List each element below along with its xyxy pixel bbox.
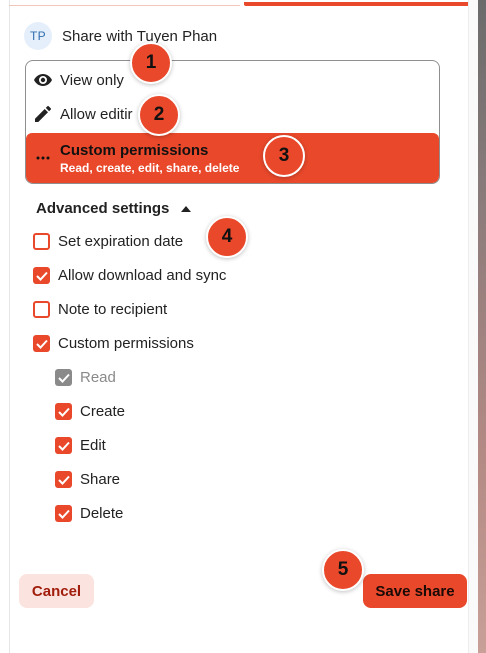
scrollbar-track[interactable]: [468, 0, 478, 653]
tab-underline: [9, 5, 240, 6]
checkbox-checked-icon[interactable]: [33, 335, 50, 352]
option-label: Custom permissions: [58, 335, 194, 352]
save-share-button[interactable]: Save share: [363, 574, 467, 608]
checkbox-checked-icon[interactable]: [55, 471, 72, 488]
step-badge-5: 5: [322, 549, 364, 591]
step-badge-4: 4: [206, 216, 248, 258]
share-title: Share with Tuyen Phan: [62, 27, 218, 45]
checkbox-checked-icon[interactable]: [33, 267, 50, 284]
checkbox-checked-icon[interactable]: [55, 437, 72, 454]
more-horizontal-icon: [34, 149, 52, 167]
custom-share[interactable]: Share: [55, 471, 120, 488]
step-badge-2: 2: [138, 94, 180, 136]
custom-edit[interactable]: Edit: [55, 437, 106, 454]
option-label: Allow editir: [60, 105, 133, 123]
option-view-only[interactable]: View only: [26, 67, 439, 93]
advanced-settings-label: Advanced settings: [36, 199, 170, 217]
option-label: Edit: [80, 437, 106, 454]
eye-icon: [34, 71, 52, 89]
permission-dropdown[interactable]: View only Allow editir Custom permission…: [25, 60, 440, 184]
custom-create[interactable]: Create: [55, 403, 125, 420]
checkbox-icon[interactable]: [33, 301, 50, 318]
caret-up-icon: [181, 199, 192, 217]
share-header: TP Share with Tuyen Phan: [24, 22, 217, 50]
option-label: Read: [80, 369, 116, 386]
option-sublabel: Read, create, edit, share, delete: [60, 160, 240, 175]
custom-read: Read: [55, 369, 116, 386]
pencil-icon: [34, 105, 52, 123]
option-custom-permissions[interactable]: Custom permissions Read, create, edit, s…: [26, 133, 439, 183]
option-label: View only: [60, 71, 124, 89]
option-label: Set expiration date: [58, 233, 184, 250]
option-label: Note to recipient: [58, 301, 168, 318]
checkbox-checked-icon[interactable]: [55, 505, 72, 522]
background-edge: [478, 0, 486, 653]
option-label: Allow download and sync: [58, 267, 227, 284]
checkbox-checked-icon[interactable]: [55, 403, 72, 420]
checkbox-icon[interactable]: [33, 233, 50, 250]
active-tab-indicator: [244, 2, 469, 6]
option-label: Custom permissions: [60, 141, 209, 159]
option-expiration-date[interactable]: Set expiration date: [33, 233, 183, 250]
option-label: Create: [80, 403, 126, 420]
option-label: Delete: [80, 505, 124, 522]
step-badge-1: 1: [130, 42, 172, 84]
avatar: TP: [24, 22, 52, 50]
panel-left-border: [9, 0, 10, 653]
checkbox-checked-disabled-icon: [55, 369, 72, 386]
option-allow-download[interactable]: Allow download and sync: [33, 267, 226, 284]
option-allow-editing[interactable]: Allow editir: [26, 101, 439, 127]
cancel-button[interactable]: Cancel: [19, 574, 94, 608]
advanced-settings-toggle[interactable]: Advanced settings: [36, 199, 192, 217]
option-custom-permissions[interactable]: Custom permissions: [33, 335, 194, 352]
custom-delete[interactable]: Delete: [55, 505, 123, 522]
option-label: Share: [80, 471, 121, 488]
step-badge-3: 3: [263, 135, 305, 177]
option-note-to-recipient[interactable]: Note to recipient: [33, 301, 167, 318]
